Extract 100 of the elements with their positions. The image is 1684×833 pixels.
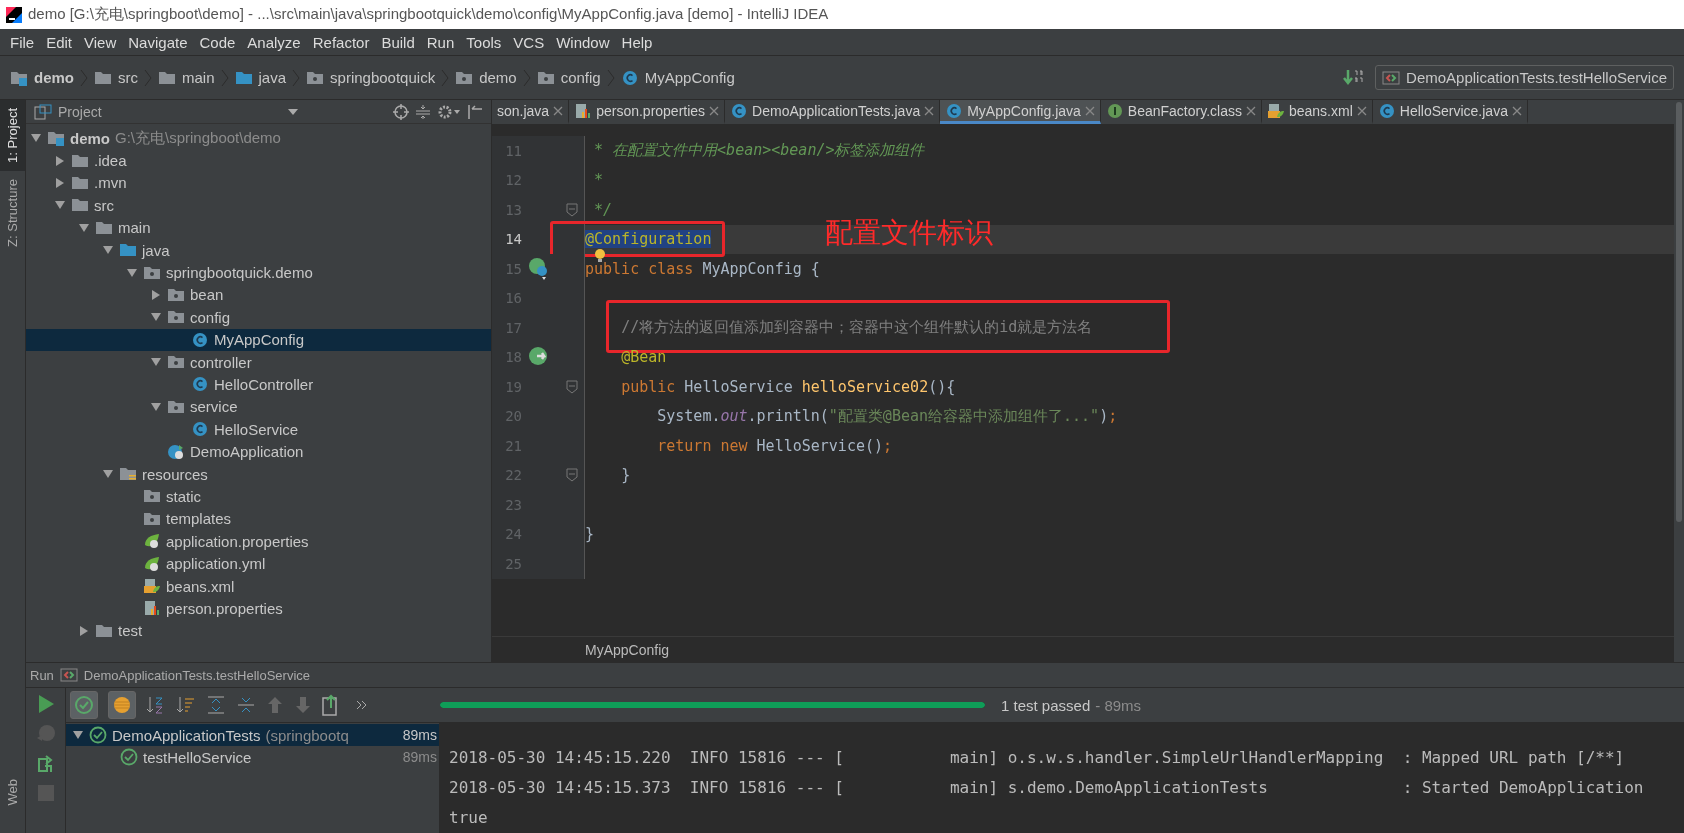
tree-item[interactable]: .idea [26,149,491,172]
tree-item[interactable]: main [26,216,491,239]
tree-item[interactable]: src [26,194,491,217]
hide-panel-icon[interactable] [467,103,483,120]
tree-item[interactable]: controller [26,350,491,374]
test-item[interactable]: testHelloService 89ms [66,746,439,768]
tree-item[interactable]: test [26,619,491,642]
breadcrumb-item[interactable]: demo [455,69,517,86]
collapsed-arrow-icon[interactable] [54,176,66,189]
breadcrumb-item[interactable]: MyAppConfig [620,69,735,86]
folder-icon [95,219,113,236]
collapse-all-icon[interactable] [415,103,431,120]
bean-class-icon[interactable] [528,256,550,281]
tree-item[interactable]: application.properties [26,530,491,553]
menu-item[interactable]: Window [550,33,616,51]
menu-item[interactable]: Run [420,33,461,51]
menu-item[interactable]: Refactor [306,33,376,51]
scrollbar-thumb[interactable] [1676,102,1682,522]
tree-item[interactable]: DemoApplication [26,440,491,463]
window-title: demo [G:\充电\springboot\demo] - ...\src\main\java\springbootquick\demo\config\MyAppConfig.java [demo] - IntelliJ IDEA [28,5,829,24]
tree-item[interactable]: beans.xml [26,574,491,598]
console-line: 2018-05-30 14:45:15.373 INFO 15816 --- [ main] s.demo.DemoApplicationTests : Started DemoApplication [449,777,1645,799]
tree-item[interactable]: config [26,306,491,329]
tree-item[interactable]: templates [26,507,491,531]
tree-item[interactable]: java [26,238,491,262]
collapse-all-icon[interactable] [236,695,256,715]
run-config-name[interactable]: DemoApplicationTests.testHelloService [83,667,310,683]
menu-item[interactable]: Code [193,33,242,51]
menu-item[interactable]: VCS [507,33,551,51]
more-chevrons-icon[interactable] [356,700,368,710]
editor-breadcrumb[interactable]: MyAppConfig [585,641,670,658]
lightbulb-icon[interactable] [593,247,607,264]
expanded-arrow-icon[interactable] [126,266,138,279]
show-ignored-toggle[interactable] [108,691,136,719]
collapsed-arrow-icon[interactable] [150,288,162,301]
menu-item[interactable]: Tools [460,33,508,51]
tree-item[interactable]: demo G:\充电\springboot\demo [26,127,491,150]
menu-item[interactable]: View [78,33,123,51]
breadcrumb-item[interactable]: java [234,69,287,86]
test-name: testHelloService [143,748,252,766]
tree-item[interactable]: HelloController [26,373,491,396]
sort-by-duration-icon[interactable] [176,695,196,715]
expanded-arrow-icon[interactable] [150,400,162,413]
close-icon[interactable] [1084,105,1095,116]
run-icon[interactable] [36,694,55,714]
tree-item[interactable]: application.yml [26,552,491,575]
breadcrumb-item[interactable]: springbootquick [306,69,436,86]
tool-window-tab[interactable]: 1: Project [0,100,25,171]
breadcrumb-item[interactable]: main [158,69,215,86]
tool-window-tab[interactable]: Z: Structure [0,170,25,255]
menu-item[interactable]: Analyze [241,33,307,51]
tree-item[interactable]: bean [26,283,491,307]
tree-item[interactable]: resources [26,462,491,486]
package-folder-icon [455,69,474,86]
expanded-arrow-icon[interactable] [72,729,84,741]
tool-window-tab[interactable]: Web [0,770,25,813]
run-configuration-selector[interactable]: DemoApplicationTests.testHelloService [1375,65,1674,90]
collapsed-arrow-icon[interactable] [78,624,90,637]
close-icon[interactable] [1356,105,1367,116]
check-circle-icon [74,695,94,715]
test-duration: 89ms [402,727,437,743]
locate-target-icon[interactable] [393,103,409,120]
menu-item[interactable]: Edit [40,33,79,51]
panel-title: Project [58,103,102,120]
expanded-arrow-icon[interactable] [78,221,90,234]
tree-item[interactable]: MyAppConfig [26,328,491,351]
tree-item[interactable]: .mvn [26,171,491,195]
folder-icon [95,622,113,639]
resources-folder-icon [119,466,137,483]
tree-item[interactable]: static [26,485,491,508]
project-path: G:\充电\springboot\demo [115,128,281,148]
tree-item[interactable]: person.properties [26,597,491,620]
expand-all-icon[interactable] [206,695,226,715]
menu-item[interactable]: Help [615,33,659,51]
breadcrumb-item[interactable]: config [536,69,601,86]
test-item[interactable]: DemoApplicationTests (springbootq 89ms [66,724,439,746]
close-icon[interactable] [553,105,564,116]
collapsed-arrow-icon[interactable] [54,154,66,167]
tree-item[interactable]: HelloService [26,418,491,441]
fold-marker-icon[interactable] [566,468,578,483]
tree-item-label: resources [142,465,208,483]
show-passed-toggle[interactable] [70,691,98,719]
dropdown-caret-icon[interactable] [287,107,298,116]
close-icon[interactable] [709,105,720,116]
close-icon[interactable] [1511,105,1522,116]
close-icon[interactable] [924,105,935,116]
tree-item[interactable]: springbootquick.demo [26,261,491,284]
breadcrumb-item[interactable]: demo [10,69,74,86]
breadcrumb-item[interactable]: src [94,69,138,86]
tree-item[interactable]: service [26,395,491,419]
export-icon[interactable] [322,694,340,716]
close-icon[interactable] [1245,105,1256,116]
fold-marker-icon[interactable] [566,202,578,217]
menu-item[interactable]: Navigate [122,33,194,51]
settings-icon[interactable] [437,103,461,120]
menu-item[interactable]: File [4,33,41,51]
package-folder-icon [143,510,161,527]
menu-item[interactable]: Build [375,33,421,51]
editor-tab[interactable]: MyAppConfig.java [940,100,1101,124]
fold-marker-icon[interactable] [566,379,578,394]
